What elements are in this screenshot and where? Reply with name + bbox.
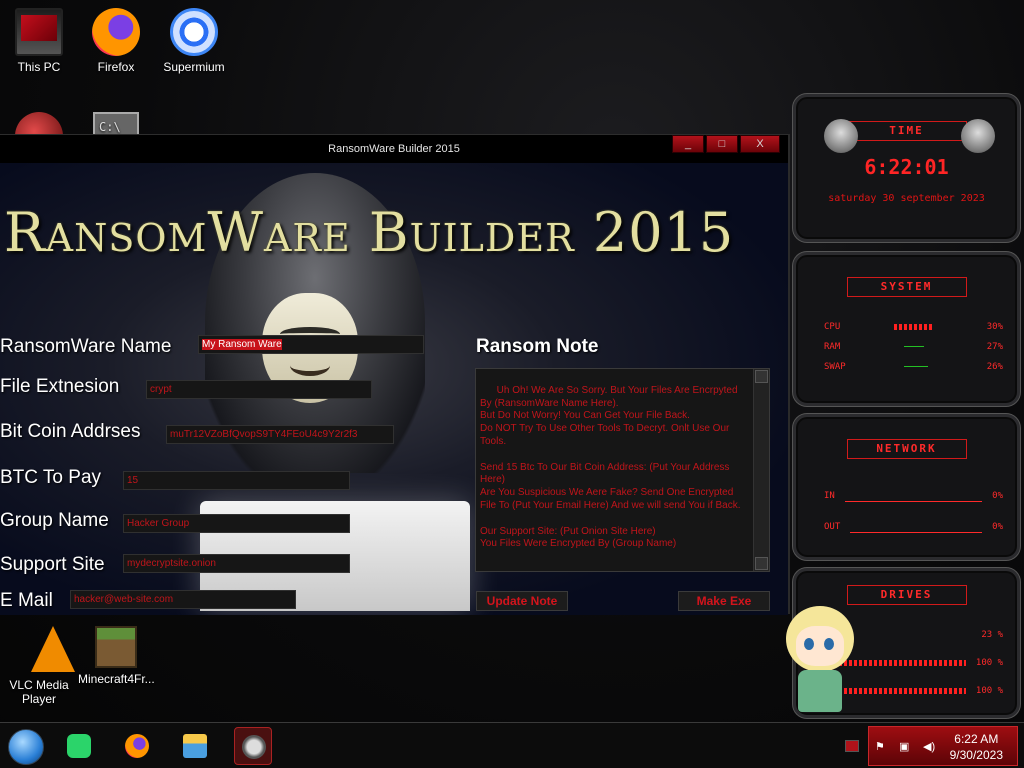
swap-row: SWAP 26%	[796, 357, 1017, 377]
ram-row: RAM 27%	[796, 337, 1017, 357]
notification-icon[interactable]	[845, 740, 859, 752]
desktop-icon-label: Supermium	[163, 60, 225, 74]
time-gadget-header: TIME	[846, 121, 967, 141]
drives-gadget-header: DRIVES	[846, 585, 967, 605]
taskbar-app-messages[interactable]	[60, 727, 98, 765]
btc-to-pay-label: BTC To Pay	[0, 467, 102, 488]
vlc-icon	[15, 626, 75, 674]
desktop-icon-label: Minecraft4Fr...	[78, 672, 155, 686]
group-name-label: Group Name	[0, 510, 109, 531]
system-gadget: SYSTEM CPU 30% RAM 27% SWAP 26%	[793, 252, 1020, 406]
cartoon-character-sticker	[778, 600, 862, 720]
alien-head-icon	[824, 119, 858, 153]
network-out-value: 0%	[992, 522, 1003, 532]
support-site-label: Support Site	[0, 554, 105, 575]
swap-value: 26%	[986, 362, 1003, 372]
desktop-icon-this-pc[interactable]: This PC	[1, 8, 77, 74]
taskbar: ⚑ ▣ ◀) 6:22 AM 9/30/2023	[0, 722, 1024, 768]
close-button[interactable]: X	[740, 135, 780, 153]
system-gadget-header: SYSTEM	[846, 277, 967, 297]
file-extension-label: File Extnesion	[0, 376, 120, 397]
bitcoin-address-input[interactable]: muTr12VZoBfQvopS9TY4FEoU4c9Y2r2f3	[166, 425, 394, 444]
taskbar-clock[interactable]: 6:22 AM 9/30/2023	[950, 731, 1003, 763]
drive-value: 23 %	[981, 630, 1003, 640]
group-name-input[interactable]: Hacker Group	[123, 514, 350, 533]
network-icon[interactable]: ▣	[899, 740, 913, 753]
desktop-icon-label: Firefox	[97, 60, 135, 74]
cpu-bar	[893, 324, 934, 330]
skull-icon	[242, 735, 266, 759]
minimize-button[interactable]: _	[672, 135, 704, 153]
desktop-icon-vlc[interactable]: VLC Media Player	[1, 626, 77, 706]
window-title: RansomWare Builder 2015	[328, 143, 460, 155]
ransom-note-label: Ransom Note	[476, 336, 599, 357]
network-out-label: OUT	[824, 522, 841, 532]
btc-to-pay-input[interactable]: 15	[123, 471, 350, 490]
network-in-label: IN	[824, 491, 835, 501]
desktop-icon-supermium[interactable]: Supermium	[156, 8, 232, 74]
volume-icon[interactable]: ◀)	[923, 740, 937, 753]
taskbar-date: 9/30/2023	[949, 748, 1003, 762]
update-note-button[interactable]: Update Note	[476, 591, 568, 611]
start-button[interactable]	[8, 729, 44, 765]
minecraft-icon	[95, 626, 137, 668]
desktop-icon-label: This PC	[17, 60, 61, 74]
swap-label: SWAP	[824, 362, 846, 372]
scroll-up-arrow-icon[interactable]	[755, 370, 768, 383]
desktop-icon-firefox[interactable]: Firefox	[78, 8, 154, 74]
firefox-icon	[125, 734, 149, 758]
ransom-note-text: Uh Oh! We Are So Sorry. But Your Files A…	[480, 384, 741, 550]
flag-icon[interactable]: ⚑	[875, 740, 889, 753]
ram-graph	[903, 346, 924, 352]
ransom-note-textarea[interactable]: Uh Oh! We Are So Sorry. But Your Files A…	[475, 368, 770, 572]
network-in-value: 0%	[992, 491, 1003, 501]
ram-label: RAM	[824, 342, 841, 352]
network-gadget-header: NETWORK	[846, 439, 967, 459]
scroll-down-arrow-icon[interactable]	[755, 557, 768, 570]
ransomware-name-label: RansomWare Name	[0, 336, 172, 357]
email-label: E Mail	[0, 590, 53, 611]
ransom-note-scrollbar[interactable]	[753, 369, 769, 571]
taskbar-app-file-explorer[interactable]	[176, 727, 214, 765]
gadget-clock-time: 6:22:01	[864, 155, 949, 179]
app-banner-title: RansomWare Builder 2015	[4, 201, 735, 264]
taskbar-time: 6:22 AM	[954, 732, 999, 746]
ransomware-name-input[interactable]: My Ransom Ware	[198, 335, 424, 354]
network-in-row: IN 0%	[796, 483, 1017, 509]
supermium-icon	[170, 8, 218, 56]
time-gadget: TIME 6:22:01 saturday 30 september 2023	[793, 94, 1020, 242]
network-gadget: NETWORK IN 0% OUT 0%	[793, 414, 1020, 560]
desktop-icon-label: VLC Media Player	[9, 678, 69, 706]
computer-icon	[15, 8, 63, 56]
chat-app-icon	[67, 734, 91, 758]
firefox-icon	[92, 8, 140, 56]
folder-icon	[183, 734, 207, 758]
maximize-button[interactable]: □	[706, 135, 738, 153]
window-titlebar[interactable]: RansomWare Builder 2015 _ □ X	[0, 135, 788, 163]
drive-value: 100 %	[975, 686, 1003, 696]
window-content: RansomWare Builder 2015 RansomWare Name …	[0, 163, 788, 615]
ram-value: 27%	[986, 342, 1003, 352]
ransomware-builder-window: RansomWare Builder 2015 _ □ X RansomWare…	[0, 134, 790, 615]
network-out-row: OUT 0%	[796, 509, 1017, 545]
desktop-icon-minecraft[interactable]: Minecraft4Fr...	[78, 626, 155, 686]
taskbar-app-firefox[interactable]	[118, 727, 156, 765]
drive-value: 100 %	[975, 658, 1003, 668]
cpu-value: 30%	[986, 322, 1003, 332]
network-out-graph	[850, 521, 983, 533]
make-exe-button[interactable]: Make Exe	[678, 591, 770, 611]
ransomware-name-value: My Ransom Ware	[202, 339, 282, 350]
file-extension-input[interactable]: crypt	[146, 380, 372, 399]
email-input[interactable]: hacker@web-site.com	[70, 590, 296, 609]
support-site-input[interactable]: mydecryptsite.onion	[123, 554, 350, 573]
bitcoin-address-label: Bit Coin Addrses	[0, 421, 141, 442]
taskbar-app-ransomware-builder[interactable]	[234, 727, 272, 765]
gadget-clock-date: saturday 30 september 2023	[828, 193, 985, 204]
cpu-row: CPU 30%	[796, 317, 1017, 337]
swap-graph	[904, 366, 929, 372]
cpu-label: CPU	[824, 322, 841, 332]
system-tray: ⚑ ▣ ◀) 6:22 AM 9/30/2023	[868, 726, 1018, 766]
alien-head-icon	[961, 119, 995, 153]
network-in-graph	[844, 490, 983, 502]
